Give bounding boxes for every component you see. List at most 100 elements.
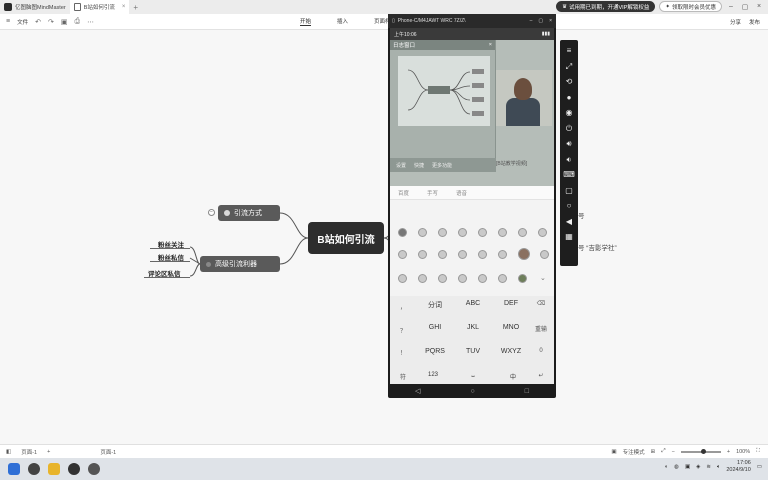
focus-mode-icon[interactable]: ▣ xyxy=(611,449,616,455)
app-switch-icon[interactable]: ▦ xyxy=(565,232,573,241)
nav-back-icon[interactable]: ◁ xyxy=(415,387,420,395)
tray-app-icon[interactable]: ▣ xyxy=(685,464,690,470)
ime-option[interactable]: 语音 xyxy=(456,189,467,197)
emoji-icon[interactable] xyxy=(438,250,447,259)
key-jkl[interactable]: JKL xyxy=(458,324,488,331)
volume-up-icon[interactable]: 🔊︎ xyxy=(566,139,571,148)
emoji-icon[interactable] xyxy=(418,250,427,259)
close-window-icon[interactable]: × xyxy=(549,18,552,24)
emoji-icon[interactable] xyxy=(518,248,530,260)
nav-home-icon[interactable]: ○ xyxy=(470,388,474,395)
clock[interactable]: 17:06 2024/9/10 xyxy=(726,460,750,474)
key-exclaim[interactable]: ！ xyxy=(396,348,410,357)
chevron-down-icon[interactable]: ⌄ xyxy=(540,274,546,282)
rotate-icon[interactable]: ⟲ xyxy=(566,77,573,86)
file-explorer-icon[interactable] xyxy=(48,463,60,475)
grid-icon[interactable]: ⊞ xyxy=(651,449,656,455)
fit-icon[interactable]: ⤢ xyxy=(661,448,665,455)
key-backspace[interactable]: ⌫ xyxy=(534,300,548,307)
emoji-icon[interactable] xyxy=(398,250,407,259)
emoji-icon[interactable] xyxy=(398,228,407,237)
floating-toolbar-item[interactable]: 更多功能 xyxy=(432,162,452,169)
emoji-panel[interactable]: ⌄ xyxy=(390,224,554,294)
start-menu-icon[interactable] xyxy=(8,463,20,475)
minimize-icon[interactable]: – xyxy=(530,18,533,24)
branch-topic-methods[interactable]: 引流方式 xyxy=(218,205,280,221)
screenshot-icon[interactable]: ● xyxy=(567,93,572,102)
emoji-icon[interactable] xyxy=(498,250,507,259)
key-123[interactable]: 123 xyxy=(418,372,448,378)
key-enter[interactable]: ↵ xyxy=(534,372,548,379)
key-space[interactable]: ⎵ xyxy=(458,370,488,378)
key-abc[interactable]: ABC xyxy=(458,300,488,307)
key-question[interactable]: ？ xyxy=(396,326,410,335)
close-icon[interactable]: × xyxy=(489,42,492,48)
home-icon[interactable]: ○ xyxy=(567,201,572,210)
focus-mode-label[interactable]: 专注模式 xyxy=(623,448,645,456)
emoji-icon[interactable] xyxy=(418,274,427,283)
key-wxyz[interactable]: WXYZ xyxy=(496,348,526,355)
key-zero[interactable]: 0 xyxy=(534,348,548,354)
emoji-icon[interactable] xyxy=(438,228,447,237)
keyboard-icon[interactable]: ⌨ xyxy=(563,170,575,179)
maximize-icon[interactable]: ▢ xyxy=(538,18,543,24)
back-icon[interactable]: ◀ xyxy=(566,217,572,226)
floating-log-window[interactable]: 日志窗口 × 设置 快捷 更多功能 xyxy=(390,40,496,172)
key-comma[interactable]: ， xyxy=(396,302,410,311)
video-area[interactable]: 日志窗口 × 设置 快捷 更多功能 [B站教学视频] xyxy=(390,40,554,186)
fullscreen-icon[interactable]: ⤢ xyxy=(566,62,572,71)
tray-app-icon[interactable]: ◍ xyxy=(674,464,679,470)
ime-option[interactable]: 百度 xyxy=(398,189,409,197)
emoji-icon[interactable] xyxy=(498,274,507,283)
volume-icon[interactable]: 🔈︎ xyxy=(717,464,720,471)
key-def[interactable]: DEF xyxy=(496,300,526,307)
emoji-icon[interactable] xyxy=(478,250,487,259)
phone-screen[interactable]: 上午10:06 ▮▮▮ 日志窗口 × 设置 快捷 更多功能 [B站教学视频] 百… xyxy=(390,28,554,384)
key-tuv[interactable]: TUV xyxy=(458,348,488,355)
zoom-slider[interactable] xyxy=(680,448,721,454)
emoji-icon[interactable] xyxy=(458,274,467,283)
key-ghi[interactable]: GHI xyxy=(420,324,450,331)
page-selector[interactable]: 页面-1 xyxy=(21,448,37,456)
emoji-icon[interactable] xyxy=(418,228,427,237)
nav-recent-icon[interactable]: □ xyxy=(525,388,529,395)
page-tab[interactable]: 页面-1 xyxy=(100,448,116,456)
emoji-icon[interactable] xyxy=(540,250,549,259)
wifi-icon[interactable]: ≋ xyxy=(706,464,711,470)
notification-icon[interactable]: ▭ xyxy=(757,464,762,470)
zoom-in-icon[interactable]: + xyxy=(727,449,730,455)
square-icon[interactable]: ▢ xyxy=(565,186,573,195)
emoji-icon[interactable] xyxy=(438,274,447,283)
key-chinese[interactable]: 中 xyxy=(498,372,528,381)
root-topic[interactable]: B站如何引流 xyxy=(308,222,384,254)
app-icon[interactable] xyxy=(88,463,100,475)
emoji-icon[interactable] xyxy=(498,228,507,237)
emoji-icon[interactable] xyxy=(538,228,547,237)
search-icon[interactable] xyxy=(28,463,40,475)
emoji-icon[interactable] xyxy=(458,250,467,259)
collapse-toggle[interactable]: − xyxy=(208,209,215,216)
record-icon[interactable]: ◉ xyxy=(566,108,573,117)
tray-app-icon[interactable]: ◐ xyxy=(665,464,668,470)
phone-mirror-window[interactable]: ▯ Phone-C/M4JAWT WRC 7Z/Z\ – ▢ × 上午10:06… xyxy=(388,14,556,398)
floating-toolbar-item[interactable]: 快捷 xyxy=(414,162,424,169)
emoji-icon[interactable] xyxy=(458,228,467,237)
page-nav-icon[interactable]: ◧ xyxy=(6,449,11,455)
fullscreen-icon[interactable]: ⛶ xyxy=(756,448,760,455)
emoji-icon[interactable] xyxy=(398,274,407,283)
ime-option[interactable]: 手写 xyxy=(427,189,438,197)
zoom-out-icon[interactable]: − xyxy=(672,449,675,455)
key-fenci[interactable]: 分词 xyxy=(420,300,450,310)
add-page-icon[interactable]: + xyxy=(47,449,50,455)
emoji-icon[interactable] xyxy=(518,228,527,237)
emoji-icon[interactable] xyxy=(478,274,487,283)
key-reset[interactable]: 重输 xyxy=(534,324,548,333)
tray-app-icon[interactable]: ◈ xyxy=(696,464,700,470)
floating-toolbar-item[interactable]: 设置 xyxy=(396,162,406,169)
volume-down-icon[interactable]: 🔉︎ xyxy=(566,155,571,164)
key-mno[interactable]: MNO xyxy=(496,324,526,331)
zoom-level[interactable]: 100% xyxy=(736,449,750,455)
browser-icon[interactable] xyxy=(68,463,80,475)
menu-icon[interactable]: ≡ xyxy=(567,46,572,55)
zoom-knob[interactable] xyxy=(700,448,706,454)
